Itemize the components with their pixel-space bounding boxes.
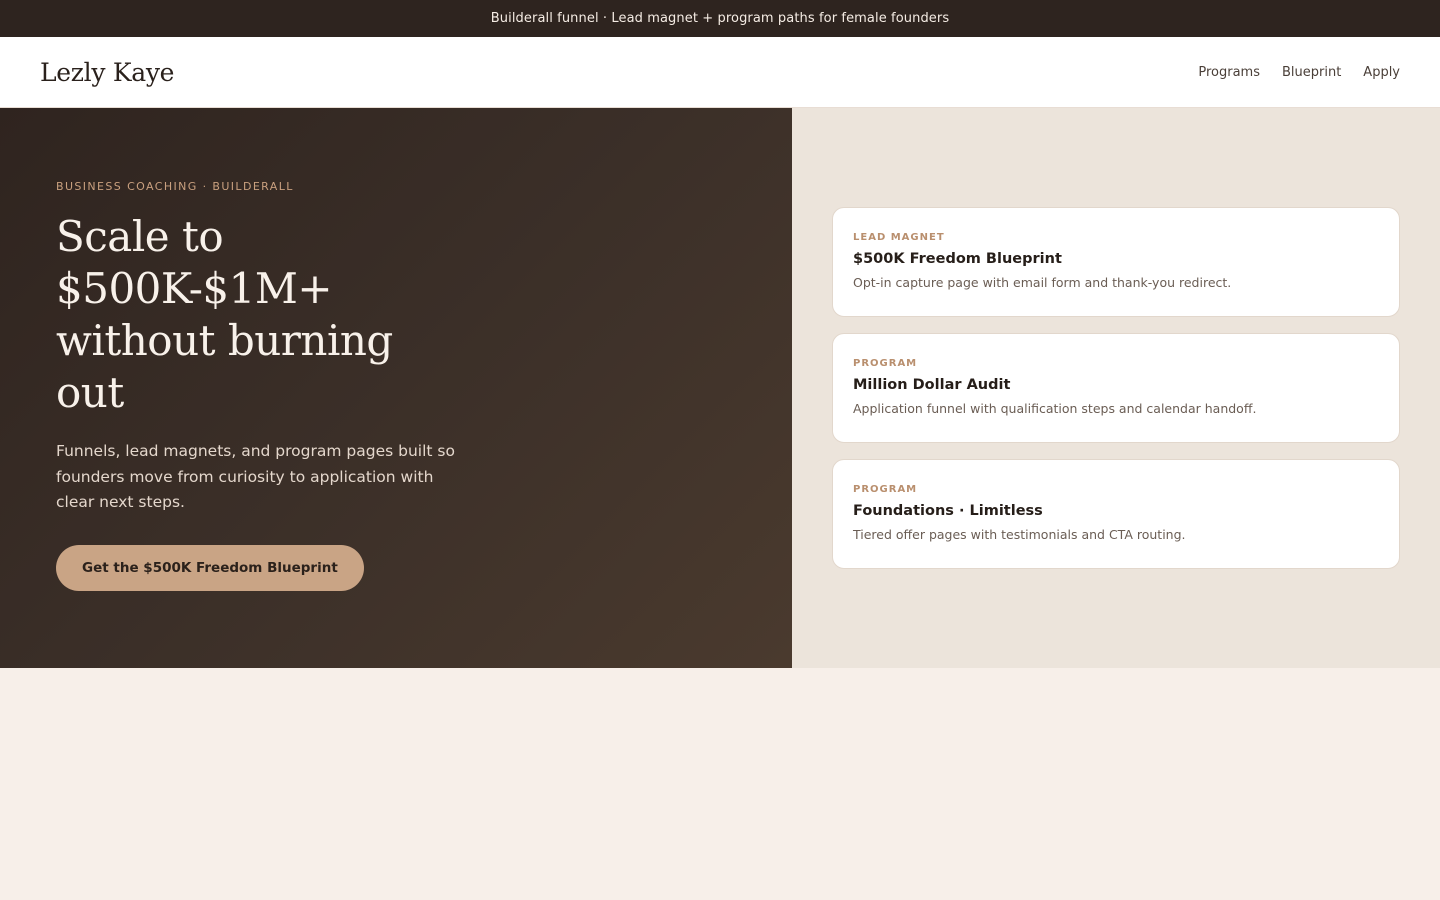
card-tag: PROGRAM [853,358,918,369]
card-title: $500K Freedom Blueprint [853,251,1062,267]
hero-section: BUSINESS COACHING · BUILDERALL Scale to … [0,108,1440,668]
offer-cards-panel: LEAD MAGNET $500K Freedom Blueprint Opt-… [792,108,1440,668]
hero-headline: Scale to $500K-$1M+ without burning out [56,212,393,417]
nav-link-blueprint[interactable]: Blueprint [1282,65,1341,80]
card-tag: LEAD MAGNET [853,232,945,243]
card-description: Tiered offer pages with testimonials and… [853,527,1186,542]
card-title: Foundations · Limitless [853,503,1043,519]
hero-intro: BUSINESS COACHING · BUILDERALL Scale to … [0,108,792,668]
nav-link-apply[interactable]: Apply [1363,65,1400,80]
blueprint-cta-button[interactable]: Get the $500K Freedom Blueprint [56,544,364,591]
card-tag: PROGRAM [853,484,918,495]
top-nav: Lezly Kaye Programs Blueprint Apply [0,37,1440,108]
nav-link-programs[interactable]: Programs [1198,65,1260,80]
card-description: Application funnel with qualification st… [853,401,1257,416]
card-description: Opt-in capture page with email form and … [853,275,1232,290]
hero-description: Funnels, lead magnets, and program pages… [56,442,455,511]
hero-eyebrow: BUSINESS COACHING · BUILDERALL [56,180,294,193]
offer-card-foundations[interactable]: PROGRAM Foundations · Limitless Tiered o… [832,459,1400,569]
announcement-text: Builderall funnel · Lead magnet + progra… [490,11,950,26]
card-title: Million Dollar Audit [853,377,1011,393]
offer-card-lead-magnet[interactable]: LEAD MAGNET $500K Freedom Blueprint Opt-… [832,207,1400,317]
brand-logo[interactable]: Lezly Kaye [40,58,174,87]
announcement-bar: Builderall funnel · Lead magnet + progra… [0,0,1440,37]
nav-links: Programs Blueprint Apply [1198,65,1400,80]
offer-card-audit[interactable]: PROGRAM Million Dollar Audit Application… [832,333,1400,443]
